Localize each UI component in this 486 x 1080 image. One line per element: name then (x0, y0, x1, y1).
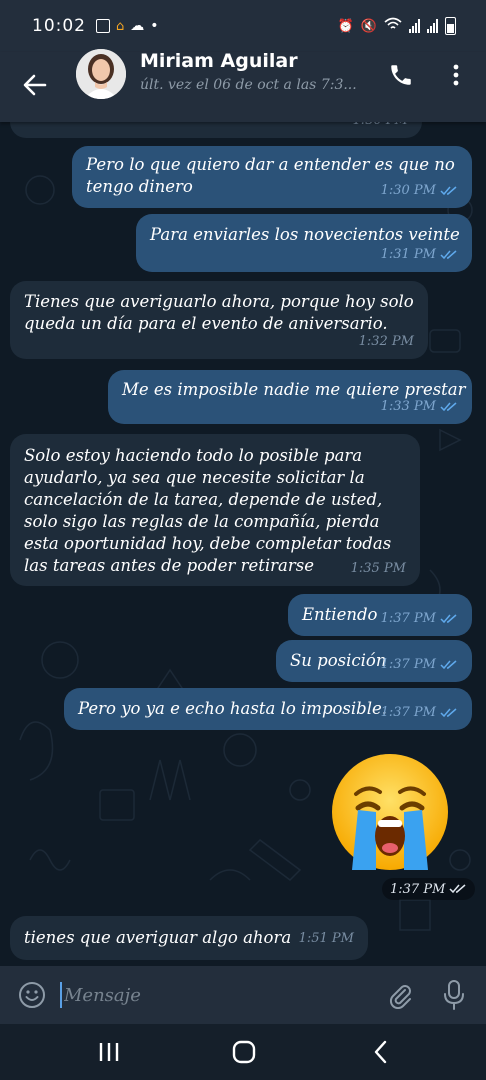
message-time: 1:37 PM (380, 705, 436, 720)
read-ticks-icon (440, 186, 457, 196)
message-bubble-outgoing[interactable]: Su posición 1:37 PM (276, 640, 472, 682)
recents-icon[interactable] (94, 1038, 124, 1066)
last-seen-status: últ. vez el 06 de oct a las 7:3... (140, 77, 357, 93)
attach-icon[interactable] (386, 981, 414, 1009)
message-meta: 1:51 PM (299, 928, 354, 950)
back-arrow-icon[interactable] (20, 70, 50, 100)
cloud-icon: ☁ (130, 18, 145, 34)
status-bar: 10:02 ⌂ ☁ • ⏰ 🔇 (0, 0, 486, 52)
signal-2-icon (427, 19, 438, 33)
message-time: 1:51 PM (298, 931, 354, 946)
message-time: 1:37 PM (390, 881, 446, 897)
nav-back-icon[interactable] (366, 1038, 396, 1066)
message-input-bar (0, 966, 486, 1024)
message-text: Entiendo (302, 605, 378, 624)
read-ticks-icon (449, 884, 466, 894)
read-ticks-icon (440, 708, 457, 718)
read-ticks-icon (440, 250, 457, 260)
loudly-crying-face-icon[interactable] (330, 752, 450, 872)
chat-header: Miriam Aguilar últ. vez el 06 de oct a l… (0, 49, 486, 122)
system-nav-bar (0, 1024, 486, 1080)
chat-area[interactable]: 920208 1:30 PM Pero lo que quiero dar a … (0, 100, 486, 966)
message-bubble-incoming[interactable]: tienes que averiguar algo ahora 1:51 PM (10, 916, 368, 960)
message-time: 1:37 PM (380, 657, 436, 672)
message-bubble-outgoing[interactable]: Pero lo que quiero dar a entender es que… (72, 146, 472, 208)
message-meta: 1:37 PM (381, 608, 458, 630)
emoji-icon[interactable] (18, 981, 46, 1009)
wifi-icon (384, 17, 402, 35)
message-time: 1:33 PM (380, 399, 436, 414)
status-time: 10:02 (32, 16, 86, 36)
message-meta: 1:33 PM (381, 396, 458, 418)
alarm-icon: ⏰ (337, 18, 354, 34)
avatar[interactable] (76, 49, 126, 99)
message-meta: 1:37 PM (381, 702, 458, 724)
battery-icon (445, 17, 456, 35)
home-icon[interactable] (229, 1038, 259, 1066)
message-bubble-outgoing[interactable]: Pero yo ya e echo hasta lo imposible. 1:… (64, 688, 472, 730)
mute-icon: 🔇 (360, 18, 377, 34)
message-text: Pero yo ya e echo hasta lo imposible. (78, 699, 388, 718)
message-meta: 1:32 PM (359, 331, 414, 353)
dot-icon: • (150, 18, 159, 34)
message-text: Para enviarles los novecientos veinte (150, 225, 460, 244)
read-ticks-icon (440, 614, 457, 624)
app-notification-icon: ⌂ (116, 18, 125, 34)
text-cursor (60, 982, 62, 1008)
message-bubble-incoming[interactable]: Tienes que averiguarlo ahora, porque hoy… (10, 281, 428, 359)
message-bubble-incoming[interactable]: Solo estoy haciendo todo lo posible para… (10, 434, 420, 586)
phone-icon[interactable] (388, 62, 414, 88)
message-meta: 1:37 PM (381, 654, 458, 676)
message-time: 1:30 PM (380, 183, 436, 198)
message-time: 1:31 PM (380, 247, 436, 262)
message-text: Tienes que averiguarlo ahora, porque hoy… (24, 292, 414, 333)
message-time: 1:37 PM (380, 611, 436, 626)
message-bubble-outgoing[interactable]: Me es imposible nadie me quiere prestar … (108, 370, 472, 424)
emoji-message-meta: 1:37 PM (382, 878, 476, 900)
message-time: 1:35 PM (350, 561, 406, 576)
message-bubble-outgoing[interactable]: Para enviarles los novecientos veinte 1:… (136, 214, 472, 272)
read-ticks-icon (440, 660, 457, 670)
gallery-notification-icon (96, 19, 110, 33)
message-bubble-outgoing[interactable]: Entiendo 1:37 PM (288, 594, 472, 636)
message-text: tienes que averiguar algo ahora (24, 928, 292, 947)
message-meta: 1:35 PM (351, 558, 406, 580)
status-right-icons: ⏰ 🔇 (338, 17, 456, 35)
contact-name[interactable]: Miriam Aguilar (140, 50, 298, 72)
message-text: Solo estoy haciendo todo lo posible para… (24, 446, 392, 575)
signal-icon (409, 19, 420, 33)
mic-icon[interactable] (442, 979, 466, 1011)
message-time: 1:32 PM (358, 334, 414, 349)
more-vert-icon[interactable] (446, 62, 466, 88)
status-left-icons: ⌂ ☁ • (96, 18, 159, 34)
message-text: Su posición (290, 651, 387, 670)
message-input[interactable] (64, 980, 364, 1010)
message-meta: 1:31 PM (381, 244, 458, 266)
message-meta: 1:30 PM (381, 180, 458, 202)
read-ticks-icon (440, 402, 457, 412)
